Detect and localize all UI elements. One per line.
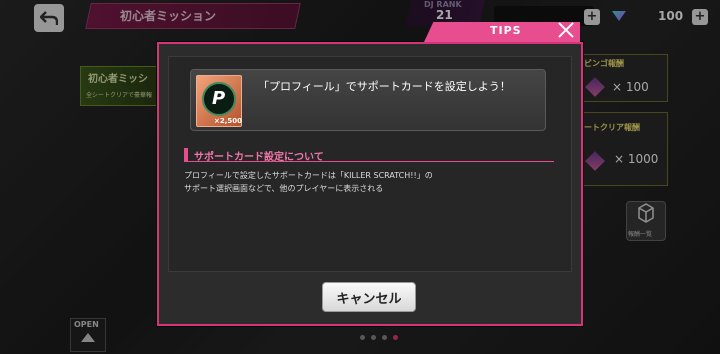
section-accent-bar [184,148,188,162]
cancel-button[interactable]: キャンセル [322,282,416,312]
support-card-letter: P [212,88,226,109]
close-icon[interactable] [554,19,578,41]
mission-text: 「プロフィール」でサポートカードを設定しよう！ [258,80,511,93]
tips-label: TIPS [490,24,522,37]
section-divider [184,161,554,162]
description-line-1: プロフィールで設定したサポートカードは「KILLER SCRATCH!!」の [184,171,433,180]
description-line-2: サポート選択画面などで、他のプレイヤーに表示される [184,184,384,193]
support-card-count: ×2,500 [214,117,243,125]
